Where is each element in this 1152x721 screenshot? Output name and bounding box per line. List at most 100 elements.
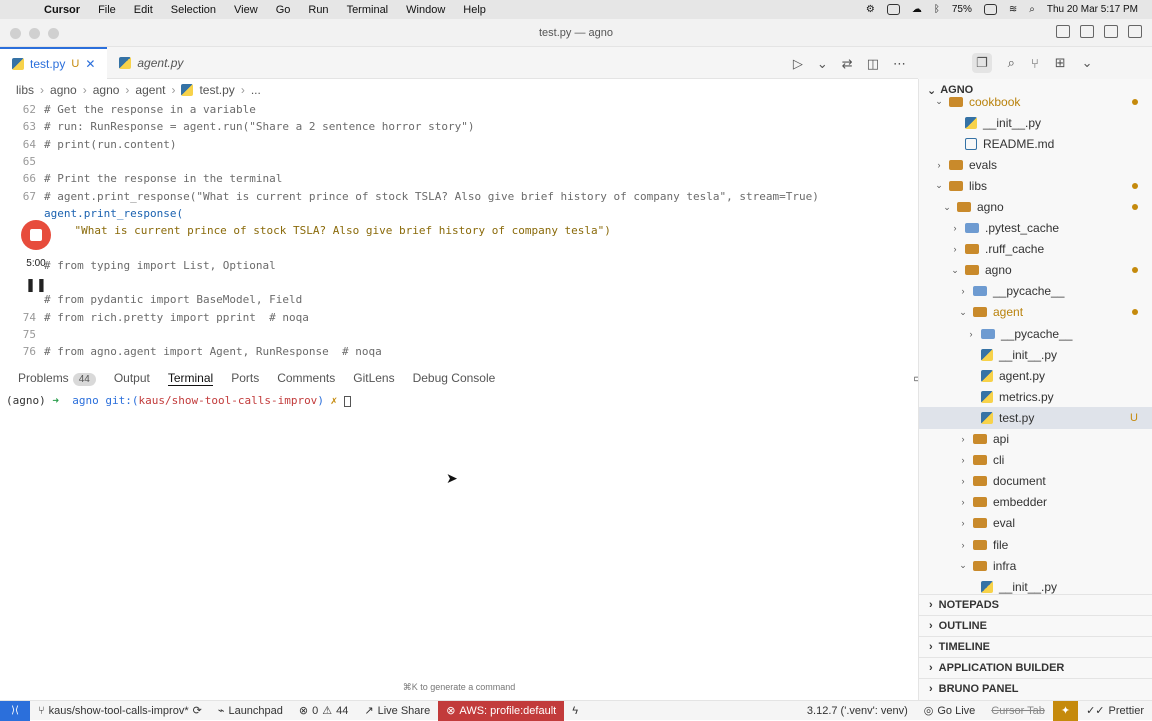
tree-item[interactable]: ⌄ cookbook (919, 91, 1152, 112)
chevron-down-icon[interactable]: ⌄ (817, 56, 828, 72)
tree-item[interactable]: › eval (919, 513, 1152, 534)
menu-file[interactable]: File (98, 4, 116, 16)
explorer-icon[interactable]: ❐ (972, 53, 992, 73)
git-branch-status[interactable]: ⑂ kaus/show-tool-calls-improv* ⟳ (30, 701, 210, 721)
code-line[interactable]: 74 # from rich.pretty import pprint # noq… (0, 309, 918, 326)
wifi-tray-icon[interactable]: ≋ (1009, 4, 1017, 15)
prettier-status[interactable]: ✓✓ Prettier (1078, 701, 1152, 721)
aws-profile-status[interactable]: ⊗ AWS: profile:default (438, 700, 565, 721)
go-live-status[interactable]: ◎ Go Live (916, 701, 984, 721)
tab-ports[interactable]: Ports (231, 371, 259, 385)
minimize-window-button[interactable] (29, 28, 40, 39)
lightning-status-icon[interactable]: ϟ (564, 701, 586, 721)
code-line[interactable]: # from pydantic import BaseModel, Field (0, 291, 918, 308)
toggle-secondary-sidebar-icon[interactable] (1104, 25, 1118, 38)
menu-edit[interactable]: Edit (134, 4, 153, 16)
tree-item[interactable]: › cli (919, 450, 1152, 471)
battery-percent[interactable]: 75% (952, 4, 972, 15)
source-control-icon[interactable]: ⑂ (1031, 56, 1039, 71)
search-icon[interactable]: ⌕ (1008, 55, 1015, 71)
tab-debug-console[interactable]: Debug Console (413, 371, 496, 385)
toggle-panel-icon[interactable] (1080, 25, 1094, 38)
menu-app-name[interactable]: Cursor (44, 4, 80, 16)
code-line[interactable]: agent.print_response( (0, 205, 918, 222)
tree-item[interactable]: README.md (919, 133, 1152, 154)
ai-bulb-icon[interactable]: ✦ (1052, 700, 1079, 721)
extensions-icon[interactable]: ⊞ (1055, 55, 1066, 71)
close-window-button[interactable] (10, 28, 21, 39)
tree-item[interactable]: agent.py (919, 365, 1152, 386)
section-timeline[interactable]: › TIMELINE (919, 636, 1152, 657)
customize-layout-icon[interactable] (1128, 25, 1142, 38)
code-line[interactable] (0, 239, 918, 256)
code-line[interactable]: 65 (0, 153, 918, 170)
tree-item[interactable]: › .pytest_cache (919, 218, 1152, 239)
tab-output[interactable]: Output (114, 371, 150, 385)
code-line[interactable] (0, 274, 918, 291)
code-line[interactable]: "What is current prince of stock TSLA? A… (0, 222, 918, 239)
tab-test-py[interactable]: test.py U ✕ (0, 47, 108, 79)
tree-item[interactable]: ⌄ agno (919, 196, 1152, 217)
python-interpreter-status[interactable]: 3.12.7 ('.venv': venv) (799, 701, 916, 721)
menu-help[interactable]: Help (463, 4, 486, 16)
tab-comments[interactable]: Comments (277, 371, 335, 385)
app-tray-icon[interactable] (886, 4, 900, 15)
stop-recording-button[interactable] (21, 220, 51, 250)
tree-item[interactable]: ⌄ infra (919, 555, 1152, 576)
section-bruno-panel[interactable]: › BRUNO PANEL (919, 678, 1152, 699)
section-outline[interactable]: › OUTLINE (919, 615, 1152, 636)
breadcrumb-item[interactable]: ... (251, 83, 261, 97)
tree-item[interactable]: › embedder (919, 492, 1152, 513)
breadcrumb-item[interactable]: agno (93, 83, 120, 97)
section-notepads[interactable]: › NOTEPADS (919, 594, 1152, 615)
cursor-tab-status[interactable]: Cursor Tab (983, 701, 1053, 721)
tree-item[interactable]: ⌄ agent (919, 302, 1152, 323)
menu-selection[interactable]: Selection (171, 4, 216, 16)
menu-window[interactable]: Window (406, 4, 445, 16)
tree-item[interactable]: test.py U (919, 407, 1152, 429)
code-line[interactable]: 62 # Get the response in a variable (0, 101, 918, 118)
menu-run[interactable]: Run (308, 4, 328, 16)
tab-agent-py[interactable]: agent.py (107, 47, 195, 79)
settings-tray-icon[interactable]: ⚙ (866, 4, 875, 15)
breadcrumb-item[interactable]: agno (50, 83, 77, 97)
sync-icon[interactable]: ⟳ (193, 704, 202, 717)
tree-item[interactable]: › document (919, 471, 1152, 492)
more-actions-icon[interactable]: ⋯ (893, 56, 906, 72)
code-editor[interactable]: 62 # Get the response in a variable 63 # ru… (0, 101, 918, 363)
menu-go[interactable]: Go (276, 4, 291, 16)
tree-item[interactable]: __init__.py (919, 344, 1152, 365)
code-line[interactable]: 63 # run: RunResponse = agent.run("Share … (0, 118, 918, 135)
tab-gitlens[interactable]: GitLens (353, 371, 394, 385)
live-share-status[interactable]: ↗ Live Share (356, 701, 438, 721)
tree-item[interactable]: › api (919, 429, 1152, 450)
bluetooth-tray-icon[interactable]: ᛒ (934, 4, 940, 15)
section-application-builder[interactable]: › APPLICATION BUILDER (919, 657, 1152, 678)
terminal[interactable]: (agno) ➜ agno git:(kaus/show-tool-calls-… (0, 392, 918, 700)
problems-status[interactable]: ⊗ 0 ⚠ 44 (291, 701, 356, 721)
tree-item[interactable]: ⌄ libs (919, 175, 1152, 196)
tree-item[interactable]: __init__.py (919, 576, 1152, 594)
tree-item[interactable]: › .ruff_cache (919, 239, 1152, 260)
code-line[interactable]: 64 # print(run.content) (0, 136, 918, 153)
tree-item[interactable]: › __pycache__ (919, 281, 1152, 302)
code-line[interactable]: 75 (0, 326, 918, 343)
tree-item[interactable]: › evals (919, 154, 1152, 175)
tree-item[interactable]: › file (919, 534, 1152, 555)
tree-item[interactable]: › __pycache__ (919, 323, 1152, 344)
tree-item[interactable]: metrics.py (919, 386, 1152, 407)
launchpad-status[interactable]: ⌁ Launchpad (210, 701, 291, 721)
compare-icon[interactable]: ⇄ (842, 56, 853, 72)
tab-problems[interactable]: Problems 44 (18, 371, 96, 386)
zoom-window-button[interactable] (48, 28, 59, 39)
split-editor-icon[interactable]: ◫ (867, 56, 879, 72)
clock[interactable]: Thu 20 Mar 5:17 PM (1047, 4, 1138, 15)
pause-icon[interactable]: ❚❚ (18, 277, 54, 293)
search-tray-icon[interactable]: ⌕ (1029, 4, 1035, 15)
tree-item[interactable]: ⌄ agno (919, 260, 1152, 281)
breadcrumb-item[interactable]: libs (16, 83, 34, 97)
tab-terminal[interactable]: Terminal (167, 371, 214, 386)
breadcrumb-item[interactable]: test.py (199, 83, 234, 97)
menu-terminal[interactable]: Terminal (347, 4, 389, 16)
close-tab-icon[interactable]: ✕ (85, 57, 95, 71)
